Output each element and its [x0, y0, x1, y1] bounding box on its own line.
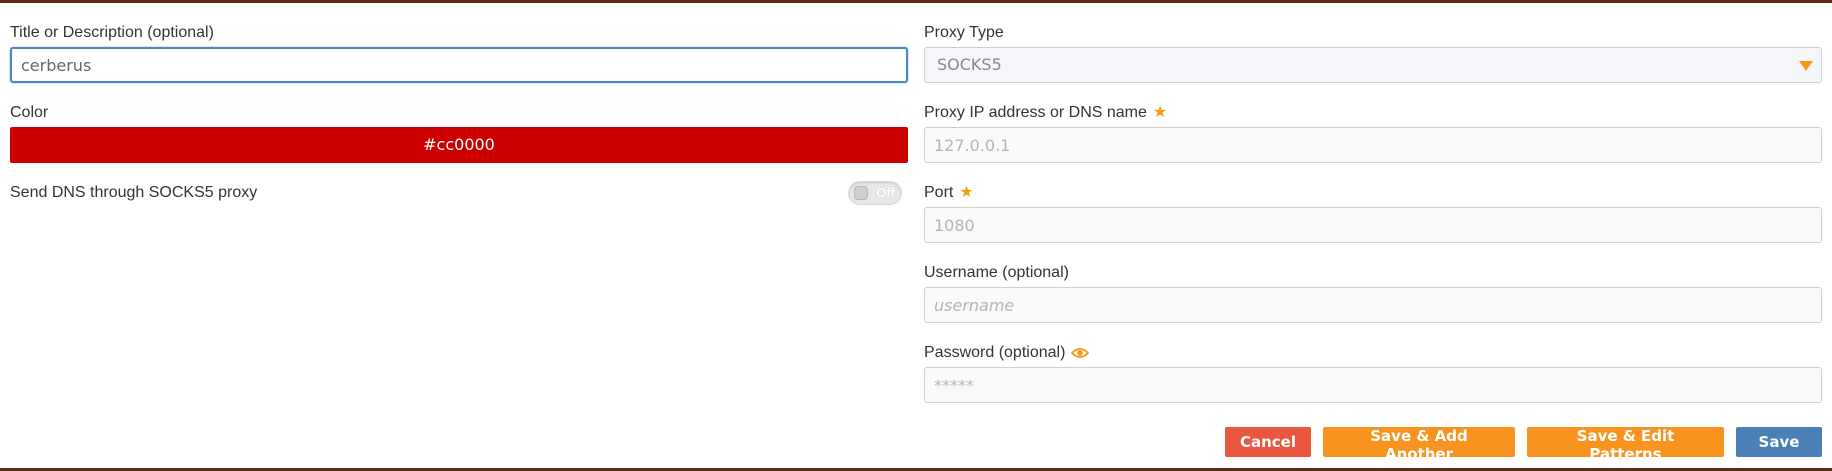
password-label: Password (optional) — [924, 344, 1066, 361]
port-label-row: Port ★ — [924, 183, 1822, 203]
color-picker[interactable]: #cc0000 — [10, 127, 908, 163]
title-label: Title or Description (optional) — [10, 24, 214, 41]
address-field: Proxy IP address or DNS name ★ — [924, 103, 1822, 163]
action-buttons: Cancel Save & Add Another Save & Edit Pa… — [1225, 427, 1822, 463]
proxy-type-select[interactable]: SOCKS5 — [924, 47, 1822, 83]
save-add-another-button[interactable]: Save & Add Another — [1323, 427, 1515, 463]
dns-label: Send DNS through SOCKS5 proxy — [10, 184, 258, 201]
right-column: Proxy Type SOCKS5 Proxy IP address or DN… — [924, 23, 1822, 423]
proxy-type-value: SOCKS5 — [937, 55, 1002, 74]
port-input[interactable] — [924, 207, 1822, 243]
title-field: Title or Description (optional) — [10, 23, 908, 83]
dns-toggle-row: Send DNS through SOCKS5 proxy Off — [10, 181, 908, 215]
cancel-button[interactable]: Cancel — [1225, 427, 1311, 457]
toggle-knob — [854, 186, 868, 200]
proxy-edit-form: Title or Description (optional) Color #c… — [0, 0, 1832, 471]
required-star-icon: ★ — [1152, 104, 1168, 121]
color-label: Color — [10, 104, 49, 121]
username-input[interactable] — [924, 287, 1822, 323]
address-input[interactable] — [924, 127, 1822, 163]
title-input[interactable] — [10, 47, 908, 83]
port-field: Port ★ — [924, 183, 1822, 243]
dns-toggle[interactable]: Off — [848, 181, 902, 205]
required-star-icon: ★ — [959, 184, 974, 201]
password-label-row: Password (optional) — [924, 343, 1822, 363]
proxy-type-field: Proxy Type SOCKS5 — [924, 23, 1822, 83]
password-field: Password (optional) — [924, 343, 1822, 403]
address-label-row: Proxy IP address or DNS name ★ — [924, 103, 1822, 123]
username-field: Username (optional) — [924, 263, 1822, 323]
color-field: Color #cc0000 — [10, 103, 908, 163]
left-column: Title or Description (optional) Color #c… — [10, 23, 908, 215]
save-button[interactable]: Save — [1736, 427, 1822, 457]
port-label: Port — [924, 184, 954, 201]
toggle-state-text: Off — [876, 185, 895, 200]
save-edit-patterns-button[interactable]: Save & Edit Patterns — [1527, 427, 1724, 463]
dropdown-arrow-icon — [1799, 61, 1813, 71]
address-label: Proxy IP address or DNS name — [924, 104, 1147, 121]
eye-icon[interactable] — [1071, 346, 1090, 360]
username-label: Username (optional) — [924, 264, 1069, 281]
password-input[interactable] — [924, 367, 1822, 403]
proxy-type-label: Proxy Type — [924, 24, 1004, 41]
